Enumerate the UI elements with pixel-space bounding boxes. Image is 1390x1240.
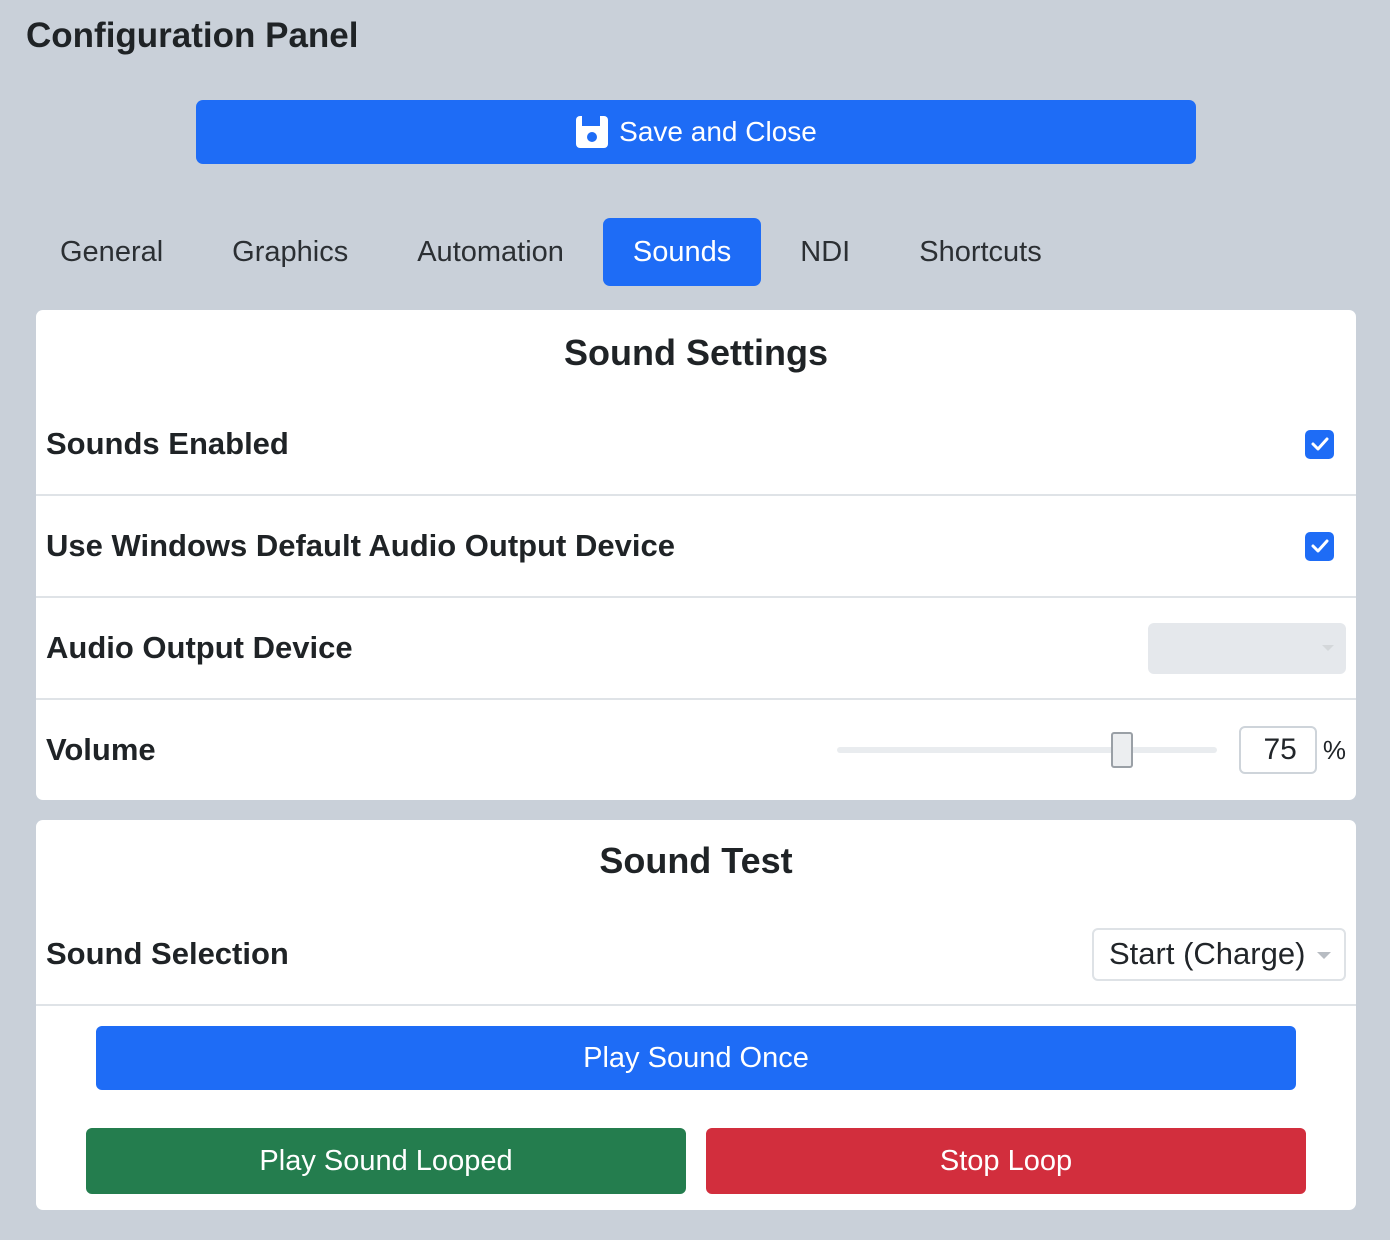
sound-selection-label: Sound Selection [46,936,289,971]
sound-settings-title: Sound Settings [564,332,828,373]
sound-selection-row: Sound Selection Start (Charge) [36,903,1356,1005]
volume-unit: % [1322,734,1346,765]
volume-controls: 75 % [836,726,1346,774]
sounds-enabled-row: Sounds Enabled [36,393,1356,495]
audio-output-device-select[interactable] [1148,622,1346,674]
checkmark-icon [1311,437,1328,451]
tab-graphics[interactable]: Graphics [202,218,378,286]
sound-test-card: Sound Test Sound Selection Start (Charge… [36,820,1356,1210]
use-default-device-row: Use Windows Default Audio Output Device [36,494,1356,596]
use-default-device-checkbox[interactable] [1305,531,1334,561]
audio-output-device-label: Audio Output Device [46,630,353,665]
volume-input[interactable]: 75 [1238,726,1317,774]
volume-label: Volume [46,732,156,767]
tab-shortcuts[interactable]: Shortcuts [889,218,1072,286]
volume-slider-handle[interactable] [1110,732,1133,768]
save-and-close-button[interactable]: Save and Close [196,100,1196,164]
tab-automation[interactable]: Automation [387,218,594,286]
sound-selection-value: Start (Charge) [1109,936,1306,971]
volume-slider[interactable] [836,730,1217,770]
chevron-down-icon [1317,951,1331,959]
tab-sounds[interactable]: Sounds [602,218,762,286]
sound-selection-select[interactable]: Start (Charge) [1092,927,1346,981]
tab-ndi[interactable]: NDI [770,218,880,286]
tab-general[interactable]: General [30,218,193,286]
play-sound-once-button[interactable]: Play Sound Once [96,1026,1296,1090]
play-sound-looped-button[interactable]: Play Sound Looped [86,1128,686,1194]
save-and-close-label: Save and Close [619,116,817,147]
volume-slider-track [836,747,1217,753]
stop-loop-button[interactable]: Stop Loop [706,1128,1306,1194]
tab-bar: General Graphics Automation Sounds NDI S… [30,218,1081,286]
sound-test-title: Sound Test [599,840,793,881]
app-title: Configuration Panel [26,16,359,55]
sounds-enabled-label: Sounds Enabled [46,426,289,461]
audio-output-device-row: Audio Output Device [36,596,1356,698]
floppy-disk-icon [575,115,609,149]
volume-row: Volume 75 % [36,698,1356,800]
sound-settings-card: Sound Settings Sounds Enabled Use Window… [36,310,1356,800]
divider [36,1004,1356,1006]
checkmark-icon [1311,539,1328,553]
use-default-device-label: Use Windows Default Audio Output Device [46,528,675,563]
chevron-down-icon [1322,644,1334,651]
sounds-enabled-checkbox[interactable] [1305,429,1334,459]
